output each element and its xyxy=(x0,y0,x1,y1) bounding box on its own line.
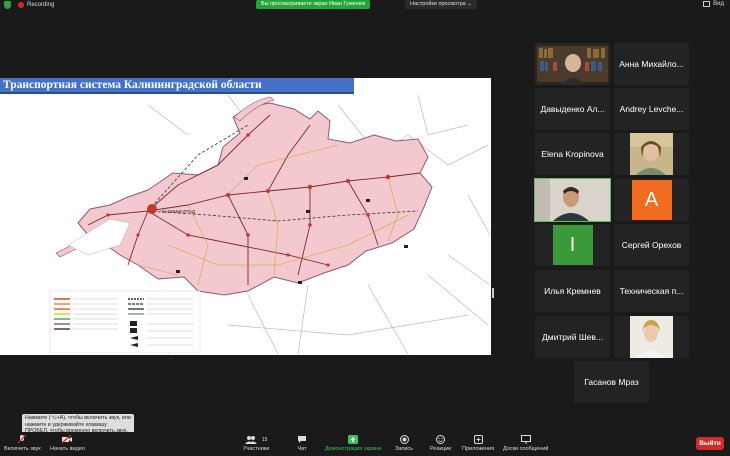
participants-icon: 15 xyxy=(244,435,268,444)
participant-tile-active-speaker[interactable] xyxy=(534,178,611,222)
start-video-button[interactable]: Начать видео xyxy=(50,435,85,452)
reactions-icon xyxy=(436,435,446,444)
whiteboard-icon xyxy=(520,435,531,444)
participant-tile[interactable]: Elena Kropinova xyxy=(535,133,610,175)
meeting-toolbar: Включить звук Начать видео 15 Участники … xyxy=(0,432,730,456)
avatar-letter-a: A xyxy=(631,180,672,220)
security-shield-icon[interactable] xyxy=(4,1,11,9)
participants-label: Участники xyxy=(243,446,270,452)
participants-button[interactable]: 15 Участники xyxy=(243,435,269,452)
view-mode-button[interactable]: Вид xyxy=(703,1,724,7)
view-mode-label: Вид xyxy=(713,1,724,7)
chat-label: Чат xyxy=(297,446,307,452)
record-label: Запись xyxy=(395,446,414,452)
participant-tile[interactable]: Анна Михайло... xyxy=(614,43,689,85)
record-icon xyxy=(399,435,409,444)
viewing-screen-banner: Вы просматриваете экран Иван Гуменюк xyxy=(256,0,371,9)
participant-name: Сергей Орехов xyxy=(621,240,682,250)
chat-icon xyxy=(297,435,307,444)
participant-video xyxy=(535,43,610,85)
avatar-letter-i: I xyxy=(552,225,593,265)
participant-tile[interactable]: A xyxy=(614,179,689,221)
kaliningrad-city xyxy=(147,204,157,214)
share-scroll-handle[interactable] xyxy=(492,288,494,298)
zoom-window: Recording Вы просматриваете экран Иван Г… xyxy=(0,0,730,456)
participant-tile[interactable]: I xyxy=(535,224,610,266)
share-screen-icon xyxy=(348,435,359,444)
leave-button[interactable]: Выйти xyxy=(696,437,724,450)
avatar-letter: I xyxy=(569,233,576,256)
unmute-button[interactable]: Включить звук xyxy=(4,435,41,452)
view-options-label: Настройки просмотра xyxy=(410,1,466,7)
map-legend xyxy=(49,290,201,354)
participant-name: Гасанов Мраз xyxy=(584,377,639,387)
participant-name: Elena Kropinova xyxy=(541,149,604,159)
participant-name: Техническая п... xyxy=(619,286,684,296)
participant-tile[interactable]: Дмитрий Шев... xyxy=(535,316,610,358)
muted-mic-icon xyxy=(17,435,27,444)
participant-tile[interactable]: Сергей Орехов xyxy=(614,224,689,266)
participant-tile[interactable]: Andrey Levche... xyxy=(614,88,689,130)
grid-view-icon xyxy=(703,1,711,7)
video-off-icon xyxy=(61,435,73,444)
record-button[interactable]: Запись xyxy=(395,435,413,452)
participant-video xyxy=(614,316,689,358)
top-bar: Recording Вы просматриваете экран Иван Г… xyxy=(0,0,730,12)
view-options-button[interactable]: Настройки просмотра ⌄ xyxy=(405,0,477,9)
apps-icon xyxy=(473,435,483,444)
recording-dot-icon xyxy=(18,2,24,8)
map-city-label: КАЛИНИНГРАД xyxy=(162,209,195,214)
unmute-label: Включить звук xyxy=(4,446,41,452)
reactions-button[interactable]: Реакции xyxy=(430,435,451,452)
participant-video xyxy=(614,133,689,175)
transport-map: КАЛИНИНГРАД xyxy=(48,95,490,354)
shared-screen[interactable]: Транспортная система Калининградской обл… xyxy=(0,78,494,355)
apps-button[interactable]: Приложения xyxy=(462,435,494,452)
participant-tile[interactable] xyxy=(535,43,610,85)
participant-name: Andrey Levche... xyxy=(619,104,684,114)
slide-title: Транспортная система Калининградской обл… xyxy=(0,78,354,94)
participant-name: Дмитрий Шев... xyxy=(542,332,603,342)
chevron-down-icon: ⌄ xyxy=(467,1,472,7)
chat-button[interactable]: Чат xyxy=(297,435,307,452)
participant-tile[interactable] xyxy=(614,133,689,175)
participant-video xyxy=(535,179,610,221)
participant-name: Илья Кремнев xyxy=(544,286,601,296)
start-video-label: Начать видео xyxy=(50,446,85,452)
recording-label: Recording xyxy=(27,2,55,8)
participant-tile[interactable]: Давыденко Ал... xyxy=(535,88,610,130)
whiteboards-label: Доски сообщений xyxy=(503,446,549,452)
participant-name: Анна Михайло... xyxy=(619,59,684,69)
participant-name: Давыденко Ал... xyxy=(540,104,605,114)
share-screen-button[interactable]: Демонстрация экрана xyxy=(325,435,381,452)
participant-tile[interactable]: Техническая п... xyxy=(614,270,689,312)
participant-tile[interactable] xyxy=(614,316,689,358)
participant-tile[interactable]: Гасанов Мраз xyxy=(574,361,649,403)
apps-label: Приложения xyxy=(462,446,495,452)
avatar-letter: A xyxy=(644,188,659,211)
participant-tile[interactable]: Илья Кремнев xyxy=(535,270,610,312)
participants-count: 15 xyxy=(261,436,268,443)
reactions-label: Реакции xyxy=(430,446,452,452)
share-screen-label: Демонстрация экрана xyxy=(325,446,382,452)
top-left-status: Recording xyxy=(4,1,54,9)
whiteboards-button[interactable]: Доски сообщений xyxy=(503,435,548,452)
